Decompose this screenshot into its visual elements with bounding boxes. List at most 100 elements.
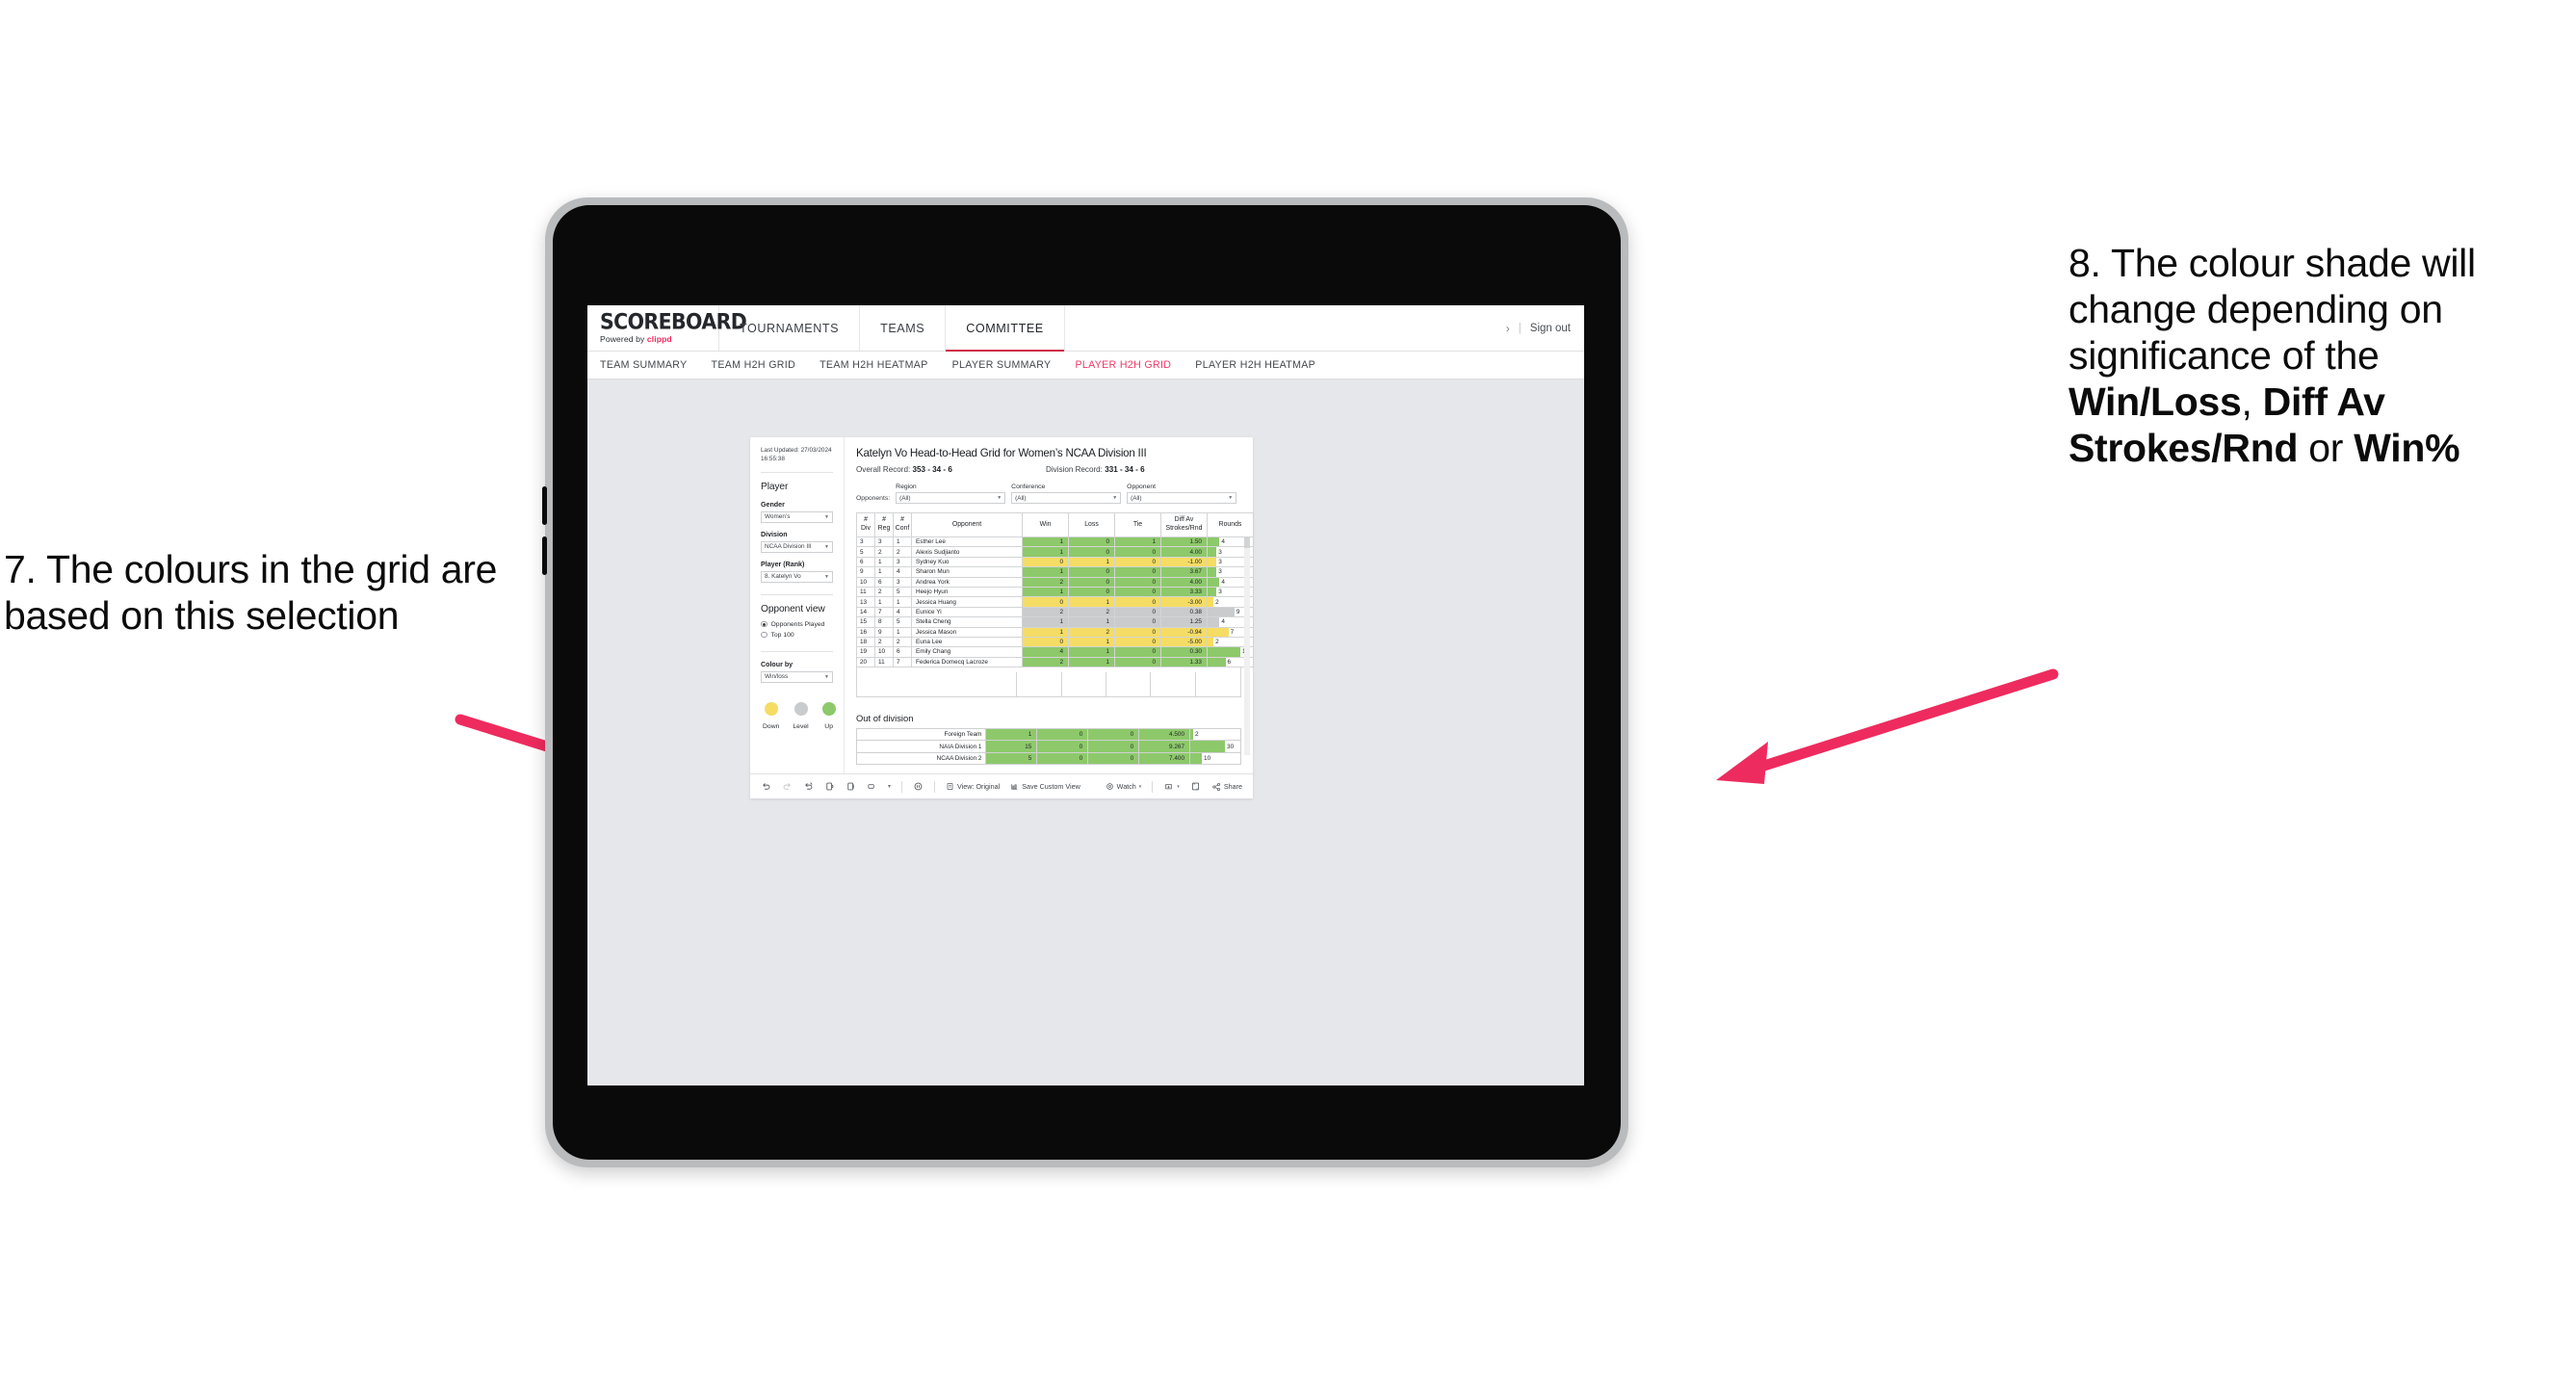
table-row[interactable]: 10 6 3 Andrea York 2 0 0 4.00 4 (856, 576, 1254, 588)
radio-top-100-label: Top 100 (770, 631, 794, 639)
table-row[interactable]: 20 11 7 Federica Domecq Lacroze 2 1 0 1.33 6 (856, 656, 1254, 668)
save-custom-view-button[interactable]: Save Custom View (1010, 782, 1080, 791)
rounds-bar (1208, 577, 1220, 587)
cell-conf: 2 (893, 636, 912, 648)
subnav-player-summary[interactable]: PLAYER SUMMARY (952, 359, 1052, 371)
filters-sidebar: Last Updated: 27/03/2024 16:55:38 Player… (750, 437, 845, 773)
footer-cell-left (857, 672, 1018, 697)
subnav-team-summary[interactable]: TEAM SUMMARY (600, 359, 688, 371)
download-button[interactable]: ▾ (1163, 782, 1180, 792)
filter-region-select[interactable]: (All) ▼ (896, 492, 1006, 504)
colour-by-select[interactable]: Win/loss ▼ (761, 670, 833, 683)
header-rounds: Rounds (1207, 512, 1254, 537)
subnav-player-h2h-heatmap[interactable]: PLAYER H2H HEATMAP (1195, 359, 1315, 371)
filter-conference-label: Conference (1011, 484, 1046, 490)
gender-select[interactable]: Women’s ▼ (761, 510, 833, 523)
legend-item-level: Level (793, 701, 809, 730)
subnav-player-h2h-grid[interactable]: PLAYER H2H GRID (1075, 359, 1171, 371)
device-layout-caret-icon[interactable]: ▾ (888, 783, 891, 790)
subnav-team-h2h-heatmap[interactable]: TEAM H2H HEATMAP (820, 359, 928, 371)
records-row: Overall Record: 353 - 34 - 6 Division Re… (856, 465, 1241, 474)
grid-vertical-scrollbar[interactable] (1244, 537, 1250, 755)
chevron-right-icon[interactable]: › (1506, 322, 1510, 335)
cell-opponent: Heejo Hyun (911, 586, 1023, 598)
legend-label-up: Up (824, 722, 833, 730)
table-row[interactable]: 19106Emily Chang4100.3011 (856, 646, 1254, 658)
table-row[interactable]: 18 2 2 Euna Lee 0 1 0 -5.00 2 (856, 636, 1254, 648)
table-row[interactable]: 13 1 1 Jessica Huang 0 1 0 -3.00 2 (856, 596, 1254, 608)
table-row[interactable]: 16 9 1 Jessica Mason 1 2 0 -0.94 7 (856, 626, 1254, 638)
revert-icon[interactable] (803, 781, 814, 792)
table-row[interactable]: 11 2 5 Heejo Hyun 1 0 0 3.33 3 (856, 586, 1254, 598)
cell-loss: 1 (1068, 636, 1115, 648)
chevron-down-icon: ▼ (824, 673, 829, 680)
refresh-data-icon[interactable] (824, 781, 835, 792)
top-nav-tournaments[interactable]: TOURNAMENTS (719, 305, 861, 351)
subnav-team-h2h-grid[interactable]: TEAM H2H GRID (712, 359, 796, 371)
pause-icon[interactable] (913, 781, 924, 792)
rounds-value: 3 (1218, 588, 1222, 596)
rounds-value: 10 (1204, 755, 1211, 763)
scoreboard-logo[interactable]: SCOREBOARD Powered by clippd (587, 305, 747, 351)
chevron-down-icon: ▼ (1228, 495, 1234, 501)
cell-div: 10 (856, 576, 875, 588)
radio-opponents-played[interactable]: Opponents Played (761, 621, 833, 628)
watch-button[interactable]: Watch ▾ (1106, 782, 1142, 791)
player-rank-select[interactable]: 8. Katelyn Vo ▼ (761, 570, 833, 583)
filter-conference-value: (All) (1015, 494, 1027, 502)
fullscreen-icon[interactable] (1190, 781, 1201, 792)
cell-diff-av-strokes: 7.400 (1138, 751, 1191, 766)
cell-diff-av-strokes: 0.38 (1160, 606, 1208, 618)
view-original-button[interactable]: View: Original (946, 782, 1000, 791)
header-div: # Div (856, 512, 875, 537)
out-of-division-row[interactable]: NAIA Division 1 15 0 0 9.267 30 (855, 740, 1241, 753)
filter-conference-select[interactable]: (All) ▼ (1011, 492, 1122, 504)
filter-opponent-value: (All) (1131, 494, 1142, 502)
save-custom-view-label: Save Custom View (1022, 782, 1080, 791)
cell-tie: 0 (1114, 576, 1161, 588)
table-row[interactable]: 14 7 4 Eunice Yi 2 2 0 0.38 9 (856, 606, 1254, 618)
cell-tie: 0 (1114, 566, 1161, 578)
pause-auto-update-icon[interactable] (846, 781, 856, 792)
undo-icon[interactable] (761, 781, 771, 792)
h2h-grid-head: # Div # Reg # Conf Opponent Win Loss Tie… (856, 512, 1254, 537)
grid-scrollbar-thumb[interactable] (1244, 537, 1250, 548)
radio-top-100[interactable]: Top 100 (761, 632, 833, 639)
cell-reg: 9 (874, 626, 894, 638)
device-layout-icon[interactable] (867, 781, 877, 792)
table-row[interactable]: 15 8 5 Stella Cheng 1 1 0 1.25 4 (856, 616, 1254, 628)
legend-label-level: Level (793, 722, 809, 730)
share-button[interactable]: Share (1211, 782, 1242, 792)
cell-diff-av-strokes: 1.33 (1160, 656, 1208, 668)
cell-tie: 0 (1114, 636, 1161, 648)
annotation-8-sep2: or (2298, 425, 2355, 470)
table-row[interactable]: 6 1 3 Sydney Kuo 0 1 0 -1.00 3 (856, 556, 1254, 568)
h2h-grid-empty-footer (856, 672, 1241, 698)
tableau-toolbar: ▾ View: Original Save Custom View Watch … (750, 773, 1253, 798)
division-select[interactable]: NCAA Division III ▼ (761, 540, 833, 553)
table-row[interactable]: 3 3 1 Esther Lee 1 0 1 1.50 4 (856, 536, 1254, 548)
filter-region: Region (All) ▼ (896, 484, 1006, 504)
out-of-division-row[interactable]: Foreign Team 1 0 0 4.500 2 (855, 728, 1241, 742)
watch-caret-icon: ▾ (1138, 783, 1142, 790)
cell-conf: 3 (893, 576, 912, 588)
cell-opponent: Federica Domecq Lacroze (911, 656, 1023, 668)
annotation-7-text: 7. The colours in the grid are based on … (4, 547, 498, 638)
redo-icon[interactable] (782, 781, 793, 792)
top-nav-committee[interactable]: COMMITTEE (946, 305, 1065, 352)
cell-conf: 5 (893, 616, 912, 628)
cell-win: 4 (1022, 646, 1069, 658)
cell-tie: 0 (1114, 646, 1161, 658)
cell-tie: 0 (1114, 626, 1161, 638)
cell-conf: 1 (893, 626, 912, 638)
chevron-down-icon: ▼ (824, 513, 829, 520)
top-nav-teams[interactable]: TEAMS (860, 305, 947, 351)
filter-opponent-select[interactable]: (All) ▼ (1127, 492, 1237, 504)
cell-diff-av-strokes: 1.50 (1160, 536, 1208, 548)
sign-out-link[interactable]: Sign out (1530, 323, 1571, 334)
cell-tie: 0 (1114, 606, 1161, 618)
table-row[interactable]: 5 2 2 Alexis Sudjianto 1 0 0 4.00 3 (856, 546, 1254, 558)
table-row[interactable]: 9 1 4 Sharon Mun 1 0 0 3.67 3 (856, 566, 1254, 578)
h2h-grid-body: 3 3 1 Esther Lee 1 0 1 1.50 4 5 2 2 Alexis Sudjianto… (856, 536, 1254, 668)
out-of-division-row[interactable]: NCAA Division 2 5 0 0 7.400 10 (855, 751, 1241, 766)
